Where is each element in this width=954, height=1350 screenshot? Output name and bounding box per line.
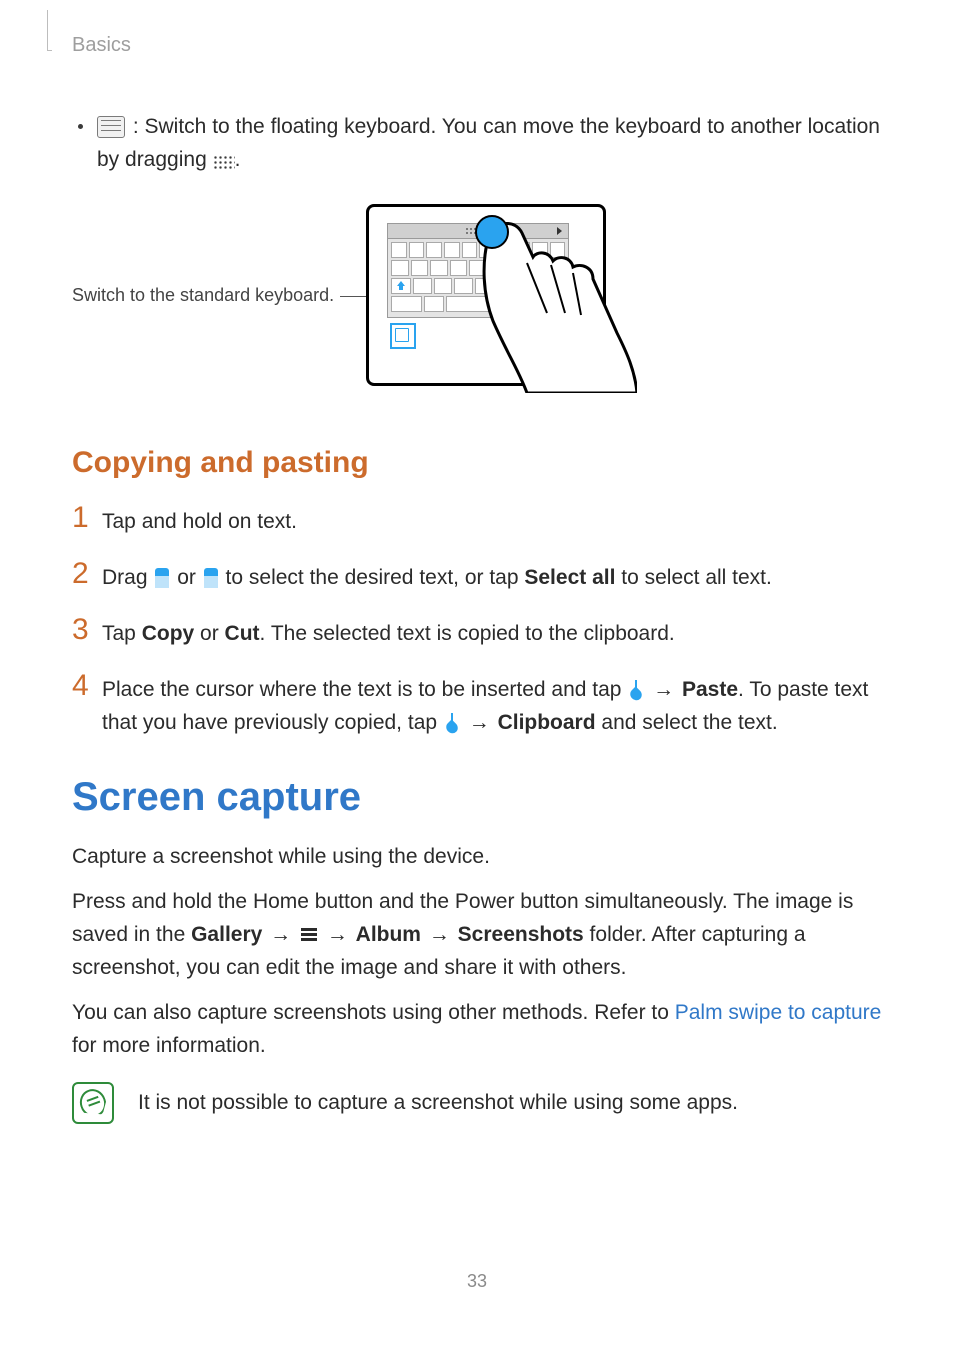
leader-line bbox=[340, 296, 366, 297]
t: Place the cursor where the text is to be… bbox=[102, 678, 627, 701]
step-2: 2 Drag or to select the desired text, or… bbox=[72, 560, 882, 594]
t: to select the desired text, or tap bbox=[220, 566, 525, 589]
menu-icon bbox=[301, 928, 317, 942]
gallery-label: Gallery bbox=[191, 923, 262, 946]
page-number: 33 bbox=[0, 1271, 954, 1292]
floating-keyboard-icon bbox=[97, 116, 125, 138]
arrow-icon: → bbox=[423, 923, 456, 946]
step-2-text: Drag or to select the desired text, or t… bbox=[102, 560, 882, 594]
arrow-icon: → bbox=[647, 678, 680, 701]
running-header: Basics bbox=[72, 34, 131, 57]
arrow-icon: → bbox=[321, 923, 354, 946]
page-content: : Switch to the floating keyboard. You c… bbox=[72, 110, 882, 1124]
t: or bbox=[194, 622, 224, 645]
t: Tap bbox=[102, 622, 142, 645]
selection-handle-left-icon bbox=[155, 568, 169, 588]
palm-swipe-link[interactable]: Palm swipe to capture bbox=[675, 1001, 882, 1024]
t: to select all text. bbox=[615, 566, 771, 589]
screen-capture-p3: You can also capture screenshots using o… bbox=[72, 996, 882, 1062]
steps-list: 1 Tap and hold on text. 2 Drag or to sel… bbox=[72, 504, 882, 739]
heading-screen-capture: Screen capture bbox=[72, 775, 882, 820]
figure: Switch to the standard keyboard. bbox=[72, 204, 882, 386]
arrow-icon: → bbox=[264, 923, 297, 946]
touch-point-icon bbox=[475, 215, 509, 249]
heading-copying-pasting: Copying and pasting bbox=[72, 446, 882, 480]
device-illustration bbox=[366, 204, 606, 386]
bullet-item: : Switch to the floating keyboard. You c… bbox=[72, 110, 882, 176]
step-3-text: Tap Copy or Cut. The selected text is co… bbox=[102, 616, 882, 650]
bullet-dot-icon bbox=[78, 124, 83, 129]
select-all-label: Select all bbox=[524, 566, 615, 589]
clipboard-label: Clipboard bbox=[498, 711, 596, 734]
t: Drag bbox=[102, 566, 153, 589]
note-text: It is not possible to capture a screensh… bbox=[138, 1091, 738, 1115]
arrow-icon: → bbox=[463, 711, 496, 734]
step-number: 1 bbox=[72, 504, 102, 532]
note: It is not possible to capture a screensh… bbox=[72, 1082, 882, 1124]
step-4: 4 Place the cursor where the text is to … bbox=[72, 672, 882, 739]
bullet-text-b: . bbox=[235, 148, 241, 171]
bullet-text: : Switch to the floating keyboard. You c… bbox=[97, 110, 882, 176]
t: . The selected text is copied to the cli… bbox=[260, 622, 675, 645]
note-icon bbox=[72, 1082, 114, 1124]
cursor-handle-icon bbox=[445, 713, 459, 733]
step-number: 4 bbox=[72, 672, 102, 700]
step-number: 3 bbox=[72, 616, 102, 644]
cut-label: Cut bbox=[225, 622, 260, 645]
screen-capture-p1: Capture a screenshot while using the dev… bbox=[72, 840, 882, 873]
t: You can also capture screenshots using o… bbox=[72, 1001, 675, 1024]
selection-handle-right-icon bbox=[204, 568, 218, 588]
standard-keyboard-key-highlight bbox=[390, 323, 416, 349]
step-number: 2 bbox=[72, 560, 102, 588]
screen-capture-p2: Press and hold the Home button and the P… bbox=[72, 885, 882, 984]
drag-handle-icon bbox=[213, 155, 235, 169]
paste-label: Paste bbox=[682, 678, 738, 701]
screenshots-label: Screenshots bbox=[458, 923, 584, 946]
figure-caption: Switch to the standard keyboard. bbox=[72, 285, 334, 306]
header-rule bbox=[47, 10, 52, 51]
album-label: Album bbox=[356, 923, 421, 946]
t: and select the text. bbox=[596, 711, 778, 734]
copy-label: Copy bbox=[142, 622, 195, 645]
cursor-handle-icon bbox=[629, 680, 643, 700]
step-1-text: Tap and hold on text. bbox=[102, 504, 882, 538]
step-3: 3 Tap Copy or Cut. The selected text is … bbox=[72, 616, 882, 650]
t: or bbox=[171, 566, 201, 589]
step-1: 1 Tap and hold on text. bbox=[72, 504, 882, 538]
step-4-text: Place the cursor where the text is to be… bbox=[102, 672, 882, 739]
t: for more information. bbox=[72, 1034, 266, 1057]
